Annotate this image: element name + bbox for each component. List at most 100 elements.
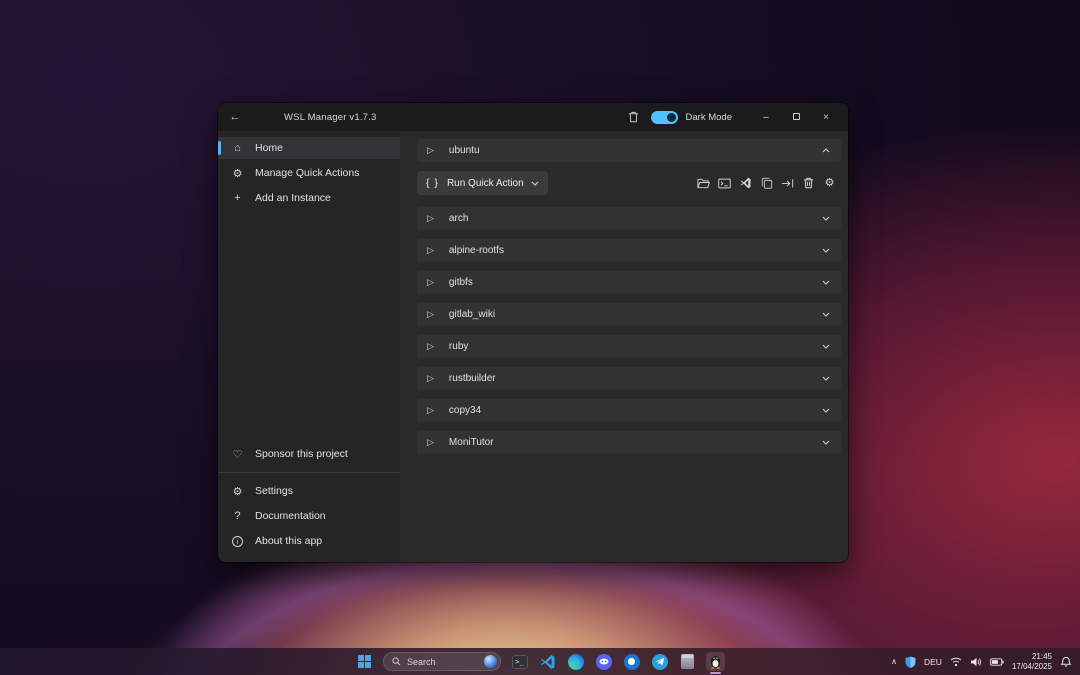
titlebar: ← WSL Manager v1.7.3 Dark Mode – × <box>218 103 848 131</box>
sidebar-divider <box>218 472 400 473</box>
chevron-down-icon[interactable] <box>821 342 831 352</box>
chevron-down-icon <box>531 181 539 186</box>
back-button[interactable]: ← <box>218 111 252 123</box>
instance-row[interactable]: ▷ gitlab_wiki <box>417 303 841 326</box>
start-instance-icon[interactable]: ▷ <box>427 245 434 256</box>
start-instance-icon[interactable]: ▷ <box>427 145 434 156</box>
sidebar-item-label: Settings <box>255 485 293 497</box>
maximize-icon <box>793 113 800 120</box>
clock[interactable]: 21:45 17/04/2025 <box>1012 652 1052 672</box>
taskbar-search[interactable]: Search <box>383 652 501 671</box>
maximize-button[interactable] <box>784 112 808 123</box>
sidebar-item-settings[interactable]: ⚙ Settings <box>218 480 400 502</box>
tray-time: 21:45 <box>1012 652 1052 662</box>
battery-icon[interactable] <box>990 658 1004 666</box>
run-quick-action-button[interactable]: { } Run Quick Action <box>417 171 548 195</box>
instance-row[interactable]: ▷ arch <box>417 207 841 230</box>
chevron-down-icon[interactable] <box>821 406 831 416</box>
sidebar-footer: ♡ Sponsor this project ⚙ Settings ? Docu… <box>218 443 400 555</box>
instance-name: MoniTutor <box>449 437 494 448</box>
sidebar-item-documentation[interactable]: ? Documentation <box>218 505 400 527</box>
start-instance-icon[interactable]: ▷ <box>427 213 434 224</box>
sidebar-item-home[interactable]: ⌂ Home <box>218 137 400 159</box>
sidebar-item-sponsor[interactable]: ♡ Sponsor this project <box>218 443 400 465</box>
start-instance-icon[interactable]: ▷ <box>427 405 434 416</box>
start-instance-icon[interactable]: ▷ <box>427 309 434 320</box>
braces-icon: { } <box>426 177 439 189</box>
sidebar-item-about[interactable]: i About this app <box>218 530 400 552</box>
heart-icon: ♡ <box>231 448 244 461</box>
windows-start-icon <box>358 655 371 668</box>
question-icon: ? <box>231 510 244 522</box>
instance-actions: ⚙ <box>697 177 841 190</box>
start-instance-icon[interactable]: ▷ <box>427 437 434 448</box>
trash-icon[interactable] <box>627 110 641 124</box>
chevron-down-icon[interactable] <box>821 214 831 224</box>
wsl-manager-tux-icon <box>709 654 722 669</box>
speaker-icon[interactable] <box>970 657 982 667</box>
start-instance-icon[interactable]: ▷ <box>427 277 434 288</box>
taskbar-signal[interactable] <box>622 652 641 671</box>
sidebar-item-add-instance[interactable]: + Add an Instance <box>218 187 400 209</box>
chevron-down-icon[interactable] <box>821 438 831 448</box>
start-button[interactable] <box>355 652 374 671</box>
sidebar-item-label: Documentation <box>255 510 326 522</box>
wsl-manager-window: ← WSL Manager v1.7.3 Dark Mode – × ⌂ Hom… <box>218 103 848 562</box>
delete-icon[interactable] <box>802 177 815 190</box>
taskbar-wsl-manager[interactable] <box>706 652 725 671</box>
instance-row[interactable]: ▷ copy34 <box>417 399 841 422</box>
open-terminal-icon[interactable] <box>718 177 731 190</box>
active-app-indicator <box>710 672 721 674</box>
system-tray: ∧ DEU 21:45 17/04/2025 <box>891 648 1072 675</box>
instance-row-ubuntu[interactable]: ▷ ubuntu <box>417 139 841 162</box>
sidebar: ⌂ Home ⚙ Manage Quick Actions + Add an I… <box>218 131 400 562</box>
instance-row[interactable]: ▷ MoniTutor <box>417 431 841 454</box>
quick-action-bar: { } Run Quick Action <box>417 171 841 195</box>
copilot-ball-icon <box>484 655 497 668</box>
taskbar-edge[interactable] <box>566 652 585 671</box>
security-shield-icon[interactable] <box>905 656 916 668</box>
signal-icon <box>624 654 640 670</box>
export-icon[interactable] <box>781 177 794 190</box>
search-icon <box>392 657 401 666</box>
tray-chevron-up-icon[interactable]: ∧ <box>891 657 897 666</box>
wifi-icon[interactable] <box>950 657 962 667</box>
chevron-down-icon[interactable] <box>821 278 831 288</box>
start-instance-icon[interactable]: ▷ <box>427 373 434 384</box>
instance-settings-icon[interactable]: ⚙ <box>823 177 836 190</box>
search-placeholder: Search <box>407 657 484 667</box>
telegram-icon <box>652 654 668 670</box>
quick-actions-gear-icon: ⚙ <box>231 167 244 180</box>
chevron-down-icon[interactable] <box>821 310 831 320</box>
dark-mode-toggle[interactable] <box>651 111 678 124</box>
close-button[interactable]: × <box>814 112 838 123</box>
chevron-up-icon[interactable] <box>821 146 831 156</box>
vscode-icon[interactable] <box>739 177 752 190</box>
instance-name: ruby <box>449 341 468 352</box>
minimize-button[interactable]: – <box>754 112 778 123</box>
instance-row[interactable]: ▷ alpine-rootfs <box>417 239 841 262</box>
taskbar: Search >_ <box>0 648 1080 675</box>
instance-row[interactable]: ▷ rustbuilder <box>417 367 841 390</box>
toggle-knob <box>667 113 676 122</box>
copy-icon[interactable] <box>760 177 773 190</box>
info-icon: i <box>231 536 244 547</box>
terminal-icon: >_ <box>512 655 528 669</box>
language-indicator[interactable]: DEU <box>924 657 942 667</box>
taskbar-discord[interactable] <box>594 652 613 671</box>
taskbar-vscode[interactable] <box>538 652 557 671</box>
taskbar-telegram[interactable] <box>650 652 669 671</box>
chevron-down-icon[interactable] <box>821 246 831 256</box>
discord-icon <box>596 654 612 670</box>
taskbar-terminal[interactable]: >_ <box>510 652 529 671</box>
taskbar-archive[interactable] <box>678 652 697 671</box>
sidebar-item-label: About this app <box>255 535 322 547</box>
open-folder-icon[interactable] <box>697 177 710 190</box>
start-instance-icon[interactable]: ▷ <box>427 341 434 352</box>
notification-bell-icon[interactable] <box>1060 656 1072 668</box>
instance-row[interactable]: ▷ ruby <box>417 335 841 358</box>
instance-row[interactable]: ▷ gitbfs <box>417 271 841 294</box>
chevron-down-icon[interactable] <box>821 374 831 384</box>
edge-icon <box>568 654 584 670</box>
sidebar-item-manage-quick-actions[interactable]: ⚙ Manage Quick Actions <box>218 162 400 184</box>
